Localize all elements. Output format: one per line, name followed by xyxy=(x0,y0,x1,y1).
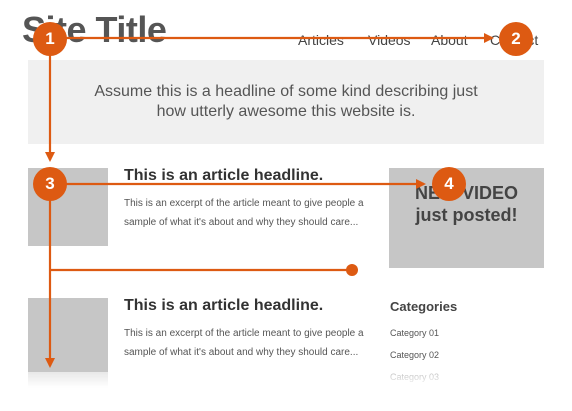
article-headline[interactable]: This is an article headline. xyxy=(124,296,370,316)
nav-item-about[interactable]: About xyxy=(431,31,468,49)
nav-item-articles[interactable]: Articles xyxy=(298,31,344,49)
article-excerpt: This is an excerpt of the article meant … xyxy=(124,328,364,358)
step-marker-4: 4 xyxy=(432,167,466,201)
category-link[interactable]: Category 01 xyxy=(390,322,457,344)
hero-banner: Assume this is a headline of some kind d… xyxy=(28,60,544,144)
article-teaser: This is an article headline. This is an … xyxy=(124,166,370,232)
article-headline[interactable]: This is an article headline. xyxy=(124,166,370,186)
nav-item-videos[interactable]: Videos xyxy=(368,31,411,49)
categories-title: Categories xyxy=(390,299,458,314)
hero-headline: Assume this is a headline of some kind d… xyxy=(94,83,478,120)
article-teaser: This is an article headline. This is an … xyxy=(124,296,370,362)
video-promo-text: NEW VIDEO just posted! xyxy=(414,183,518,225)
article-excerpt: This is an excerpt of the article meant … xyxy=(124,198,364,228)
path-endpoint-dot xyxy=(346,264,358,276)
step-marker-1: 1 xyxy=(33,22,67,56)
bottom-fade xyxy=(0,372,572,411)
step-marker-2: 2 xyxy=(499,22,533,56)
category-link[interactable]: Category 02 xyxy=(390,344,457,366)
new-video-promo[interactable]: NEW VIDEO just posted! xyxy=(389,168,544,268)
wireframe-page: Site Title Articles Videos About Contact… xyxy=(0,0,572,411)
step-marker-3: 3 xyxy=(33,167,67,201)
